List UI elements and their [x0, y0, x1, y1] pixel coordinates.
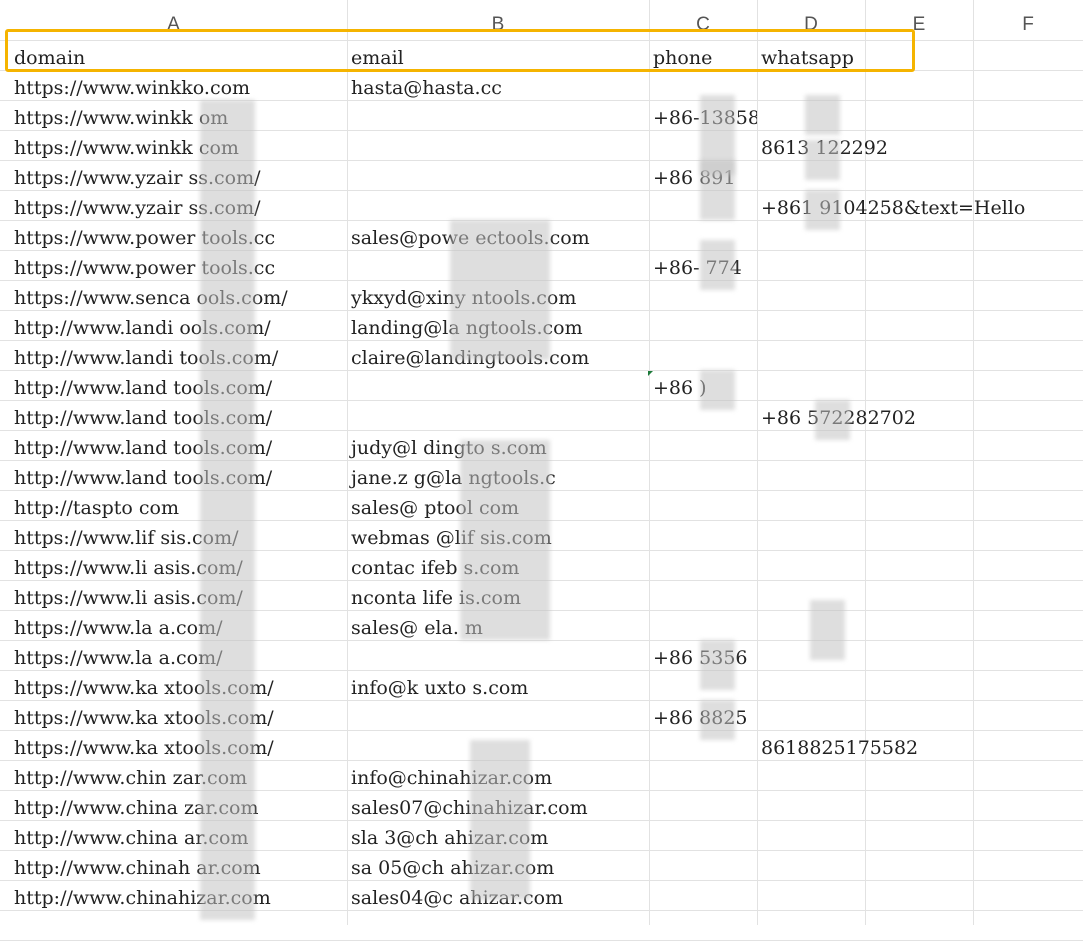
cell-email[interactable]: info@k uxto s.com — [347, 673, 649, 703]
cell-domain[interactable]: http://www.landi ools.com/ — [10, 313, 347, 343]
cell-whatsapp[interactable] — [757, 523, 865, 553]
cell-phone[interactable] — [649, 493, 757, 523]
column-header-d[interactable]: D — [757, 0, 865, 40]
cell-email[interactable] — [347, 103, 649, 133]
cell-phone[interactable] — [649, 853, 757, 883]
cell-domain[interactable]: https://www.yzair ss.com/ — [10, 193, 347, 223]
redaction-blur — [700, 160, 735, 220]
redaction-blur — [805, 140, 840, 180]
cell-domain[interactable]: http://www.land tools.com/ — [10, 373, 347, 403]
cell-domain[interactable]: https://www.la a.com/ — [10, 613, 347, 643]
redaction-blur — [460, 440, 550, 640]
cell-phone[interactable] — [649, 583, 757, 613]
column-header-c[interactable]: C — [649, 0, 757, 40]
cell-email[interactable] — [347, 373, 649, 403]
redaction-blur — [200, 100, 255, 920]
redaction-blur — [700, 640, 735, 690]
cell-whatsapp[interactable] — [757, 463, 865, 493]
cell-domain[interactable]: http://www.land tools.com/ — [10, 463, 347, 493]
cell-email[interactable] — [347, 193, 649, 223]
cell-phone[interactable] — [649, 553, 757, 583]
cell-whatsapp[interactable] — [757, 343, 865, 373]
header-cell-phone[interactable]: phone — [649, 43, 757, 73]
redaction-blur — [450, 220, 550, 360]
cell-phone[interactable] — [649, 313, 757, 343]
redaction-blur — [805, 95, 840, 135]
column-header-a[interactable]: A — [0, 0, 347, 40]
cell-whatsapp[interactable] — [757, 793, 865, 823]
cell-whatsapp[interactable] — [757, 373, 865, 403]
cell-domain[interactable]: http://www.land tools.com/ — [10, 403, 347, 433]
cell-whatsapp[interactable] — [757, 763, 865, 793]
cell-whatsapp[interactable] — [757, 283, 865, 313]
cell-domain[interactable]: https://www.li asis.com/ — [10, 553, 347, 583]
cell-domain[interactable]: https://www.power tools.cc — [10, 223, 347, 253]
redaction-blur — [700, 370, 735, 410]
cell-phone[interactable] — [649, 463, 757, 493]
cell-domain[interactable]: https://www.senca ools.com/ — [10, 283, 347, 313]
header-cell-domain[interactable]: domain — [10, 43, 347, 73]
cell-email[interactable]: hasta@hasta.cc — [347, 73, 649, 103]
cell-whatsapp[interactable] — [757, 553, 865, 583]
cell-whatsapp[interactable] — [757, 823, 865, 853]
cell-domain[interactable]: http://www.china zar.com — [10, 793, 347, 823]
cell-domain[interactable]: https://www.yzair ss.com/ — [10, 163, 347, 193]
cell-email[interactable] — [347, 703, 649, 733]
cell-domain[interactable]: https://www.power tools.cc — [10, 253, 347, 283]
cell-email[interactable] — [347, 133, 649, 163]
cell-whatsapp[interactable] — [757, 253, 865, 283]
cell-domain[interactable]: https://www.lif sis.com/ — [10, 523, 347, 553]
grid-column-line — [973, 0, 974, 925]
cell-domain[interactable]: http://www.chinahizar.com — [10, 883, 347, 913]
cell-whatsapp[interactable] — [757, 703, 865, 733]
cell-whatsapp[interactable] — [757, 853, 865, 883]
cell-domain[interactable]: https://www.winkk om — [10, 103, 347, 133]
cell-domain[interactable]: http://www.china ar.com — [10, 823, 347, 853]
cell-domain[interactable]: https://www.ka xtools.com/ — [10, 673, 347, 703]
cell-whatsapp[interactable] — [757, 883, 865, 913]
redaction-blur — [470, 740, 530, 900]
cell-whatsapp[interactable] — [757, 673, 865, 703]
column-header-f[interactable]: F — [973, 0, 1083, 40]
cell-domain[interactable]: https://www.la a.com/ — [10, 643, 347, 673]
cell-email[interactable] — [347, 403, 649, 433]
cell-domain[interactable]: https://www.li asis.com/ — [10, 583, 347, 613]
cell-whatsapp[interactable] — [757, 493, 865, 523]
cell-phone[interactable] — [649, 763, 757, 793]
cell-email[interactable] — [347, 163, 649, 193]
cell-comment-marker — [648, 371, 653, 376]
cell-phone[interactable] — [649, 793, 757, 823]
cell-domain[interactable]: http://taspto com — [10, 493, 347, 523]
column-header-bar: A B C D E F — [0, 0, 1083, 40]
header-cell-email[interactable]: email — [347, 43, 649, 73]
redaction-blur — [700, 240, 735, 290]
redaction-blur — [805, 190, 840, 230]
cell-domain[interactable]: http://www.chin zar.com — [10, 763, 347, 793]
cell-domain[interactable]: http://www.landi tools.com/ — [10, 343, 347, 373]
cell-domain[interactable]: https://www.winkko.com — [10, 73, 347, 103]
cell-phone[interactable] — [649, 433, 757, 463]
redaction-blur — [700, 700, 735, 740]
cell-domain[interactable]: https://www.ka xtools.com/ — [10, 733, 347, 763]
column-header-e[interactable]: E — [865, 0, 973, 40]
cell-domain[interactable]: http://www.chinah ar.com — [10, 853, 347, 883]
cell-phone[interactable] — [649, 343, 757, 373]
cell-phone[interactable] — [649, 613, 757, 643]
cell-phone[interactable] — [649, 823, 757, 853]
column-header-b[interactable]: B — [347, 0, 649, 40]
cell-whatsapp[interactable]: 8618825175582 — [757, 733, 918, 763]
cell-whatsapp[interactable] — [757, 313, 865, 343]
redaction-blur — [810, 600, 845, 660]
redaction-blur — [815, 400, 850, 440]
cell-phone[interactable] — [649, 523, 757, 553]
cell-domain[interactable]: https://www.winkk com — [10, 133, 347, 163]
cell-domain[interactable]: http://www.land tools.com/ — [10, 433, 347, 463]
grid-row-line — [0, 40, 1083, 41]
header-cell-whatsapp[interactable]: whatsapp — [757, 43, 865, 73]
cell-phone[interactable] — [649, 883, 757, 913]
cell-domain[interactable]: https://www.ka xtools.com/ — [10, 703, 347, 733]
cell-email[interactable] — [347, 643, 649, 673]
